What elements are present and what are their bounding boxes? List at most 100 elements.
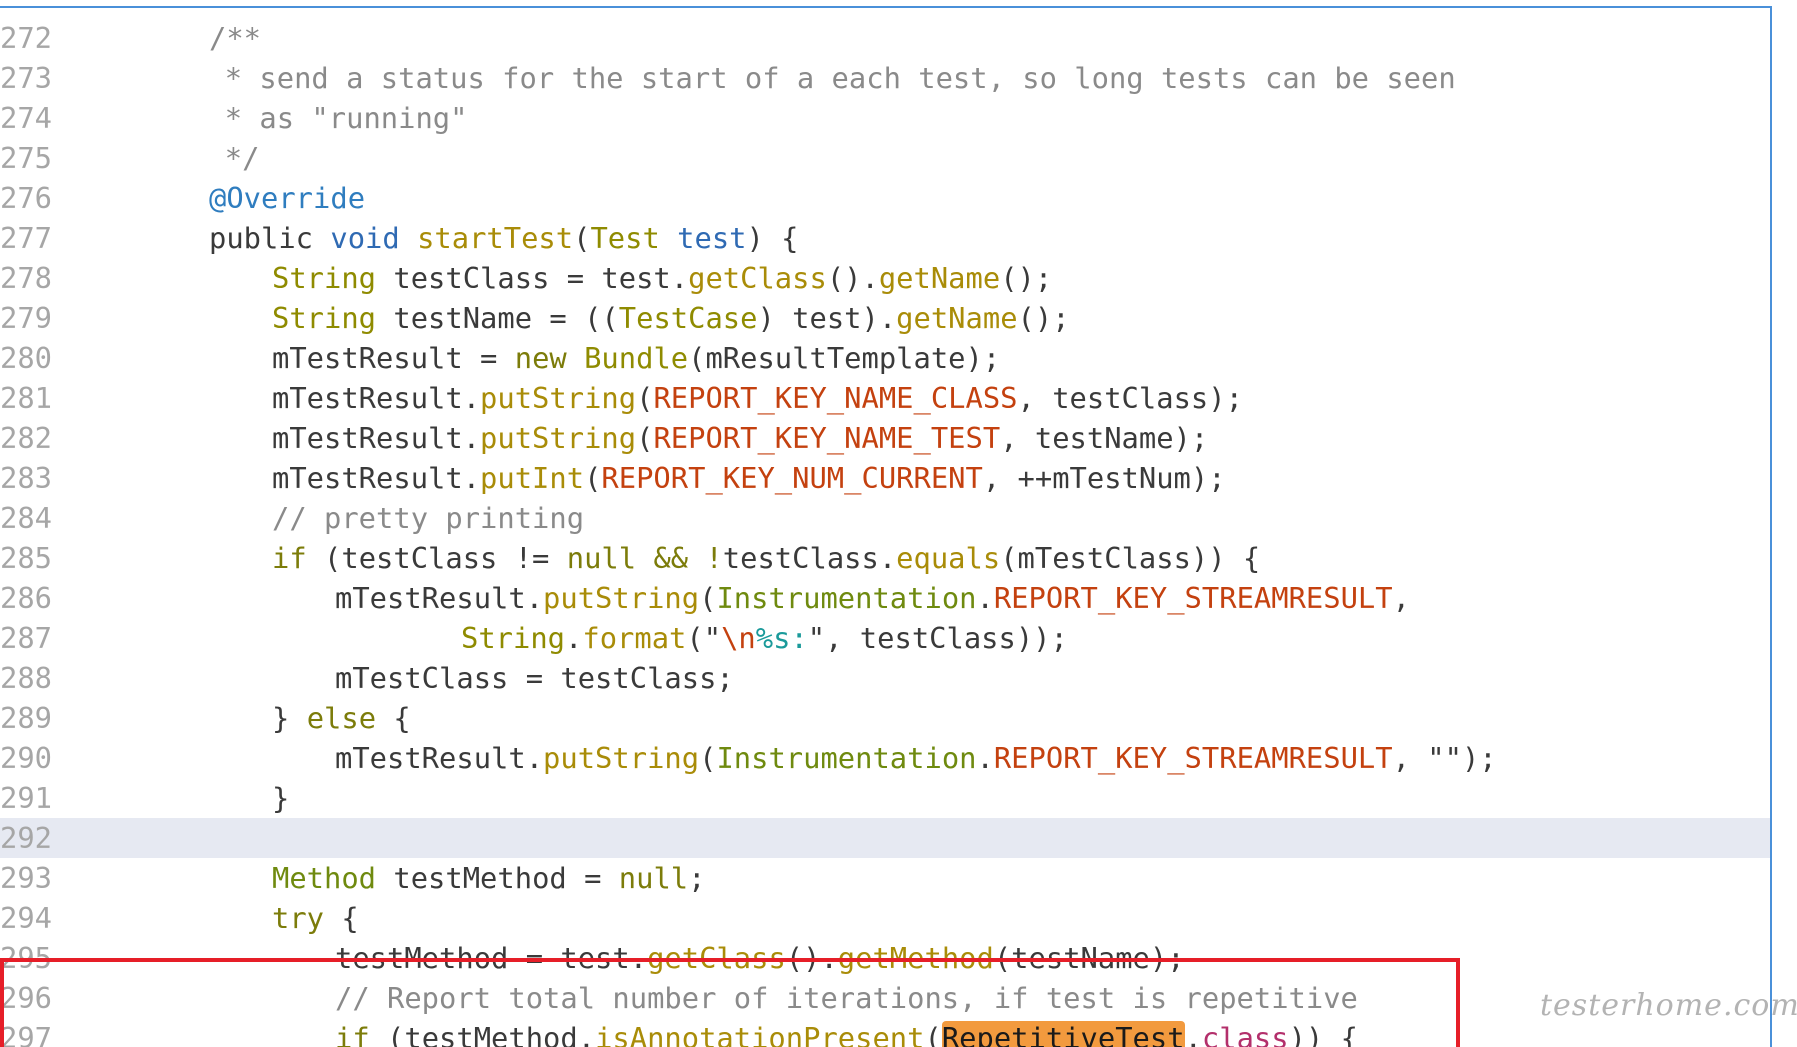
code-token: startTest [417, 221, 574, 255]
line-source: String.format("\n%s:", testClass)); [461, 618, 1068, 658]
code-token: . [565, 621, 583, 655]
code-token: @Override [209, 181, 366, 215]
code-line[interactable]: 288 mTestClass = testClass; [0, 658, 1770, 698]
code-token: String [272, 301, 394, 335]
code-line[interactable]: 290 mTestResult.putString(Instrumentation… [0, 738, 1770, 778]
code-area[interactable]: 272 /** 273 * send a status for the start o… [0, 18, 1770, 1047]
code-line[interactable]: 286 mTestResult.putString(Instrumentation… [0, 578, 1770, 618]
code-line[interactable]: 282 mTestResult.putString(REPORT_KEY_NAME… [0, 418, 1770, 458]
code-token: REPORT_KEY_STREAMRESULT [993, 581, 1393, 615]
line-source: mTestResult.putString(Instrumentation.RE… [335, 738, 1497, 778]
code-token: REPORT_KEY_NUM_CURRENT [601, 461, 983, 495]
code-token: if [272, 541, 325, 575]
line-number: 279 [0, 301, 53, 335]
code-token: testMethod = [393, 861, 619, 895]
code-token: equals [896, 541, 1001, 575]
code-token: REPORT_KEY_STREAMRESULT [993, 741, 1393, 775]
code-token: getName [896, 301, 1018, 335]
line-source: mTestResult = new Bundle(mResultTemplate… [272, 338, 1000, 378]
line-source: mTestResult.putString(Instrumentation.RE… [335, 578, 1410, 618]
code-token: String [461, 621, 566, 655]
code-token: mTestResult. [272, 381, 481, 415]
code-line[interactable]: 277 public void startTest(Test test) { [0, 218, 1770, 258]
line-source: String testClass = test.getClass().getNa… [272, 258, 1052, 298]
code-token: new [514, 341, 585, 375]
code-token: void [330, 221, 418, 255]
code-token: ( [636, 381, 654, 415]
code-line[interactable]: 295 testMethod = test.getClass().getMetho… [0, 938, 1770, 978]
editor-frame-top-border [0, 6, 1772, 8]
code-token: ; [688, 861, 706, 895]
line-number: 297 [0, 1021, 53, 1047]
code-line[interactable]: 272 /** [0, 18, 1770, 58]
code-token: . [976, 741, 994, 775]
line-source: mTestClass = testClass; [335, 658, 734, 698]
code-token: */ [224, 141, 260, 175]
line-source: mTestResult.putString(REPORT_KEY_NAME_CL… [272, 378, 1243, 418]
line-number: 273 [0, 61, 53, 95]
code-line[interactable]: 281 mTestResult.putString(REPORT_KEY_NAME… [0, 378, 1770, 418]
code-line[interactable]: 273 * send a status for the start of a ea… [0, 58, 1770, 98]
line-number: 282 [0, 421, 53, 455]
code-line[interactable]: 296 // Report total number of iterations,… [0, 978, 1770, 1018]
code-line[interactable]: 284 // pretty printing [0, 498, 1770, 538]
code-line[interactable]: 283 mTestResult.putInt(REPORT_KEY_NUM_CUR… [0, 458, 1770, 498]
line-source: testMethod = test.getClass().getMethod(t… [335, 938, 1185, 978]
code-token: getClass [647, 941, 786, 975]
code-token: } [272, 781, 290, 815]
line-number: 281 [0, 381, 53, 415]
code-token: public [209, 221, 331, 255]
code-token: , testClass); [1017, 381, 1243, 415]
line-source: */ [225, 138, 260, 178]
code-token: getMethod [837, 941, 994, 975]
code-token: %s: [755, 621, 808, 655]
code-line[interactable]: 291} [0, 778, 1770, 818]
code-line[interactable]: 275 */ [0, 138, 1770, 178]
code-token: (mResultTemplate); [688, 341, 1001, 375]
code-line[interactable]: 287 String.format("\n%s:", testClass)); [0, 618, 1770, 658]
code-token: \n [721, 621, 756, 655]
search-match: RepetitiveTest [941, 1021, 1185, 1047]
line-number: 287 [0, 621, 53, 655]
code-token: , ++mTestNum); [982, 461, 1226, 495]
code-token: putInt [480, 461, 585, 495]
code-line[interactable]: 276 @Override [0, 178, 1770, 218]
code-token: testClass. [722, 541, 897, 575]
code-token: (" [686, 621, 722, 655]
code-token: Test [590, 221, 678, 255]
code-token: putString [543, 581, 700, 615]
code-token: // pretty printing [272, 501, 585, 535]
code-token: ( [699, 581, 717, 615]
code-viewer: 272 /** 273 * send a status for the start o… [0, 0, 1797, 1047]
code-token: (); [1000, 261, 1053, 295]
code-line[interactable]: 297 if (testMethod.isAnnotationPresent(Re… [0, 1018, 1770, 1047]
code-token: isAnnotationPresent [595, 1021, 925, 1047]
code-token: } [272, 701, 307, 735]
line-source: if (testMethod.isAnnotationPresent(Repet… [335, 1018, 1358, 1047]
code-token: { [393, 701, 411, 735]
code-line[interactable]: 280 mTestResult = new Bundle(mResultTempl… [0, 338, 1770, 378]
code-line[interactable]: 285 if (testClass != null && !testClass.e… [0, 538, 1770, 578]
code-token: testClass = test. [393, 261, 689, 295]
code-token: testName = (( [393, 301, 619, 335]
code-line[interactable]: 278 String testClass = test.getClass().ge… [0, 258, 1770, 298]
code-token: mTestResult. [335, 581, 544, 615]
code-line[interactable]: 274 * as "running" [0, 98, 1770, 138]
code-token: { [341, 901, 359, 935]
code-line[interactable]: 294 try { [0, 898, 1770, 938]
code-token: (testName); [993, 941, 1185, 975]
code-token: . [1184, 1021, 1202, 1047]
code-token: null [566, 541, 654, 575]
code-line[interactable]: 293 Method testMethod = null; [0, 858, 1770, 898]
code-token: (). [785, 941, 838, 975]
code-line[interactable]: 289} else { [0, 698, 1770, 738]
code-line-current[interactable]: 292 [0, 818, 1770, 858]
code-line[interactable]: 279 String testName = ((TestCase) test).g… [0, 298, 1770, 338]
code-token: REPORT_KEY_NAME_TEST [653, 421, 1001, 455]
line-number: 292 [0, 821, 53, 855]
code-token: ) test). [757, 301, 897, 335]
code-token: test [677, 221, 747, 255]
line-number: 275 [0, 141, 53, 175]
code-token: mTestResult. [272, 421, 481, 455]
code-token: . [976, 581, 994, 615]
